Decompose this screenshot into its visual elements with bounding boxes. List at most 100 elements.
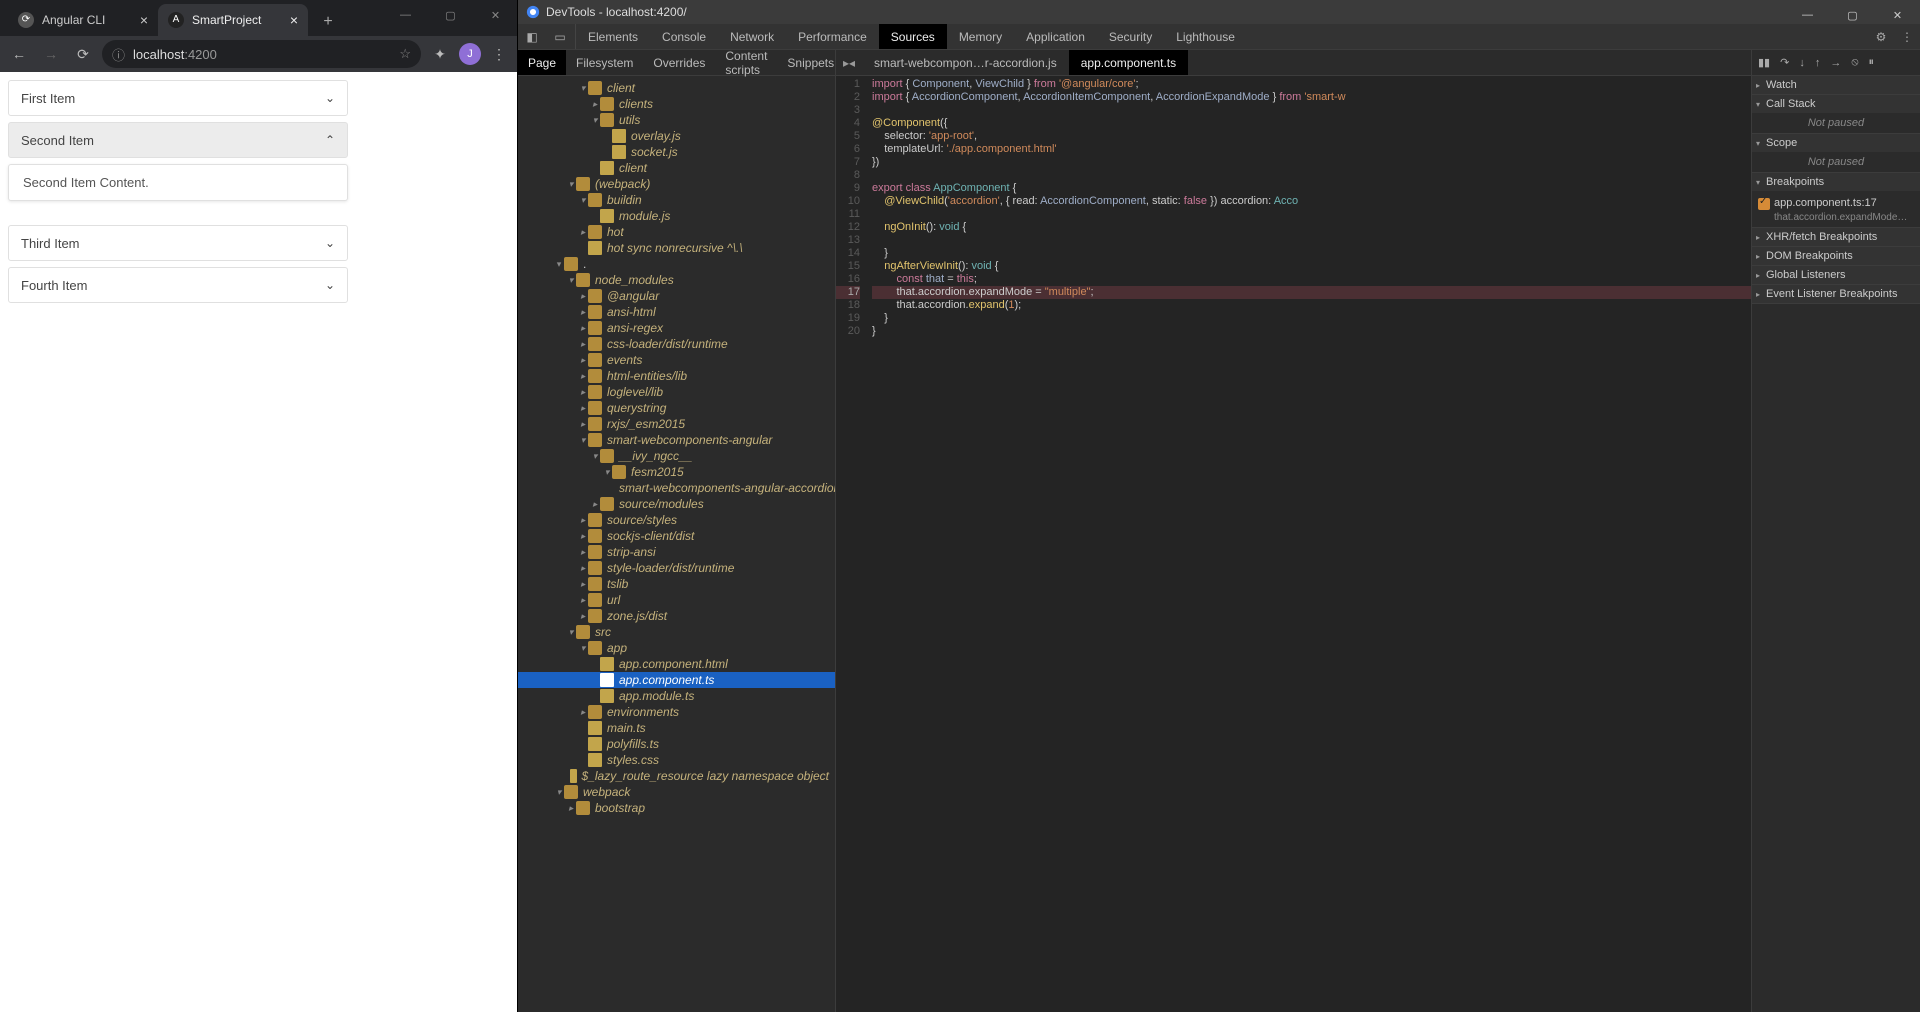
accordion-header[interactable]: Second Item⌃ (8, 122, 348, 158)
disclosure-icon[interactable]: ▾ (554, 787, 564, 798)
tree-node[interactable]: polyfills.ts (518, 736, 835, 752)
disclosure-icon[interactable]: ▸ (578, 515, 588, 526)
code-line[interactable]: export class AppComponent { (872, 182, 1751, 195)
menu-icon[interactable]: ⋮ (487, 46, 511, 63)
disclosure-icon[interactable]: ▸ (578, 307, 588, 318)
disclosure-icon[interactable]: ▸ (578, 291, 588, 302)
line-number[interactable]: 20 (836, 325, 860, 338)
editor-tab[interactable]: app.component.ts (1069, 50, 1188, 75)
event-listener-bp-section[interactable]: ▸Event Listener Breakpoints (1752, 285, 1920, 303)
code-line[interactable]: } (872, 325, 1751, 338)
disclosure-icon[interactable]: ▾ (566, 627, 576, 638)
tree-node[interactable]: ▸zone.js/dist (518, 608, 835, 624)
disclosure-icon[interactable]: ▸ (578, 547, 588, 558)
disclosure-icon[interactable]: ▸ (578, 227, 588, 238)
disclosure-icon[interactable]: ▾ (566, 275, 576, 286)
line-number[interactable]: 10 (836, 195, 860, 208)
tree-node[interactable]: ▸environments (518, 704, 835, 720)
tree-node[interactable]: overlay.js (518, 128, 835, 144)
tree-node[interactable]: smart-webcomponents-angular-accordion.js (518, 480, 835, 496)
tree-node[interactable]: ▸events (518, 352, 835, 368)
devtools-tab-application[interactable]: Application (1014, 24, 1097, 49)
browser-tab-1[interactable]: A SmartProject × (158, 4, 308, 36)
code-line[interactable] (872, 208, 1751, 221)
devtools-tab-performance[interactable]: Performance (786, 24, 879, 49)
line-number[interactable]: 5 (836, 130, 860, 143)
disclosure-icon[interactable]: ▾ (578, 643, 588, 654)
code-line[interactable]: @Component({ (872, 117, 1751, 130)
editor-tab[interactable]: smart-webcompon…r-accordion.js (862, 50, 1069, 75)
code-line[interactable]: ngOnInit(): void { (872, 221, 1751, 234)
disclosure-icon[interactable]: ▾ (590, 115, 600, 126)
tree-node[interactable]: module.js (518, 208, 835, 224)
profile-avatar[interactable]: J (459, 43, 481, 65)
code-lines[interactable]: import { Component, ViewChild } from '@a… (866, 76, 1751, 1012)
address-bar[interactable]: ⓘ localhost:4200 ☆ (102, 40, 421, 68)
code-line[interactable]: import { AccordionComponent, AccordionIt… (872, 91, 1751, 104)
tree-node[interactable]: ▾webpack (518, 784, 835, 800)
tree-node[interactable]: ▸rxjs/_esm2015 (518, 416, 835, 432)
breakpoints-section[interactable]: ▾Breakpoints (1752, 173, 1920, 191)
line-number[interactable]: 18 (836, 299, 860, 312)
tree-node[interactable]: ▸ansi-regex (518, 320, 835, 336)
code-line[interactable] (872, 104, 1751, 117)
disclosure-icon[interactable]: ▸ (578, 419, 588, 430)
tree-node[interactable]: main.ts (518, 720, 835, 736)
tree-node[interactable]: socket.js (518, 144, 835, 160)
tree-node[interactable]: ▸tslib (518, 576, 835, 592)
bookmark-icon[interactable]: ☆ (399, 46, 411, 62)
tree-node[interactable]: ▾fesm2015 (518, 464, 835, 480)
disclosure-icon[interactable]: ▾ (578, 195, 588, 206)
tree-node[interactable]: ▸source/styles (518, 512, 835, 528)
tree-node[interactable]: ▾utils (518, 112, 835, 128)
code-line[interactable]: } (872, 247, 1751, 260)
disclosure-icon[interactable]: ▸ (578, 323, 588, 334)
line-number[interactable]: 8 (836, 169, 860, 182)
disclosure-icon[interactable]: ▸ (578, 355, 588, 366)
disclosure-icon[interactable]: ▾ (566, 179, 576, 190)
sources-subtab-overrides[interactable]: Overrides (643, 50, 715, 75)
extensions-icon[interactable]: ✦ (427, 46, 453, 63)
line-number[interactable]: 6 (836, 143, 860, 156)
sources-subtab-content-scripts[interactable]: Content scripts (715, 50, 777, 75)
tree-node[interactable]: ▸clients (518, 96, 835, 112)
line-number[interactable]: 14 (836, 247, 860, 260)
tree-node[interactable]: ▸sockjs-client/dist (518, 528, 835, 544)
tree-node[interactable]: ▾client (518, 80, 835, 96)
devtools-tab-sources[interactable]: Sources (879, 24, 947, 49)
scope-section[interactable]: ▾Scope (1752, 134, 1920, 152)
disclosure-icon[interactable]: ▸ (578, 339, 588, 350)
disclosure-icon[interactable]: ▸ (578, 563, 588, 574)
devtools-tab-memory[interactable]: Memory (947, 24, 1014, 49)
close-icon[interactable]: × (290, 12, 298, 28)
site-info-icon[interactable]: ⓘ (112, 45, 125, 64)
reload-button[interactable]: ⟳ (70, 41, 96, 67)
accordion-header[interactable]: Third Item⌄ (8, 225, 348, 261)
line-number[interactable]: 19 (836, 312, 860, 325)
code-line[interactable]: }) (872, 156, 1751, 169)
pause-exceptions-icon[interactable]: ⏸ (1869, 56, 1875, 69)
tree-node[interactable]: ▸loglevel/lib (518, 384, 835, 400)
disclosure-icon[interactable]: ▸ (590, 99, 600, 110)
tree-node[interactable]: ▸bootstrap (518, 800, 835, 816)
global-listeners-section[interactable]: ▸Global Listeners (1752, 266, 1920, 284)
tree-node[interactable]: ▾buildin (518, 192, 835, 208)
tree-node[interactable]: ▸css-loader/dist/runtime (518, 336, 835, 352)
tree-node[interactable]: ▸html-entities/lib (518, 368, 835, 384)
code-line[interactable]: templateUrl: './app.component.html' (872, 143, 1751, 156)
step-over-icon[interactable]: ↷ (1780, 56, 1789, 69)
disclosure-icon[interactable]: ▾ (578, 83, 588, 94)
accordion-header[interactable]: First Item⌄ (8, 80, 348, 116)
disclosure-icon[interactable]: ▸ (578, 707, 588, 718)
tree-node[interactable]: ▾src (518, 624, 835, 640)
minimize-button[interactable]: — (1785, 0, 1830, 30)
code-line[interactable]: that.accordion.expandMode = "multiple"; (872, 286, 1751, 299)
step-into-icon[interactable]: ↓ (1799, 57, 1805, 69)
code-line[interactable]: } (872, 312, 1751, 325)
tree-node[interactable]: ▸url (518, 592, 835, 608)
line-number[interactable]: 3 (836, 104, 860, 117)
back-button[interactable]: ← (6, 41, 32, 67)
line-number[interactable]: 13 (836, 234, 860, 247)
disclosure-icon[interactable]: ▾ (578, 435, 588, 446)
devtools-tab-console[interactable]: Console (650, 24, 718, 49)
